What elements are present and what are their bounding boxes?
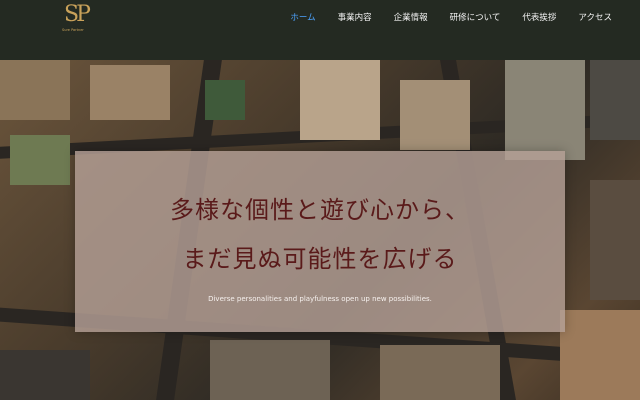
hero-text-panel: 多様な個性と遊び心から、 まだ見ぬ可能性を広げる Diverse persona… bbox=[75, 151, 565, 332]
logo-monogram: SP bbox=[64, 2, 91, 27]
hero-headline-line2: まだ見ぬ可能性を広げる bbox=[182, 245, 458, 273]
logo[interactable]: SP Sure Partner bbox=[62, 2, 94, 34]
hero-section: 多様な個性と遊び心から、 まだ見ぬ可能性を広げる Diverse persona… bbox=[0, 60, 640, 400]
nav-item-training[interactable]: 研修について bbox=[450, 11, 501, 25]
logo-tagline: Sure Partner bbox=[62, 28, 84, 32]
main-nav: ホーム 事業内容 企業情報 研修について 代表挨拶 アクセス bbox=[290, 11, 612, 25]
hero-headline-line1: 多様な個性と遊び心から、 bbox=[170, 196, 470, 224]
nav-item-home[interactable]: ホーム bbox=[290, 11, 315, 25]
nav-item-business[interactable]: 事業内容 bbox=[338, 11, 372, 25]
hero-subtitle: Diverse personalities and playfulness op… bbox=[208, 295, 432, 303]
nav-item-company[interactable]: 企業情報 bbox=[394, 11, 428, 25]
nav-item-greeting[interactable]: 代表挨拶 bbox=[522, 11, 556, 25]
nav-item-access[interactable]: アクセス bbox=[578, 11, 612, 25]
site-header: SP Sure Partner ホーム 事業内容 企業情報 研修について 代表挨… bbox=[0, 0, 640, 60]
